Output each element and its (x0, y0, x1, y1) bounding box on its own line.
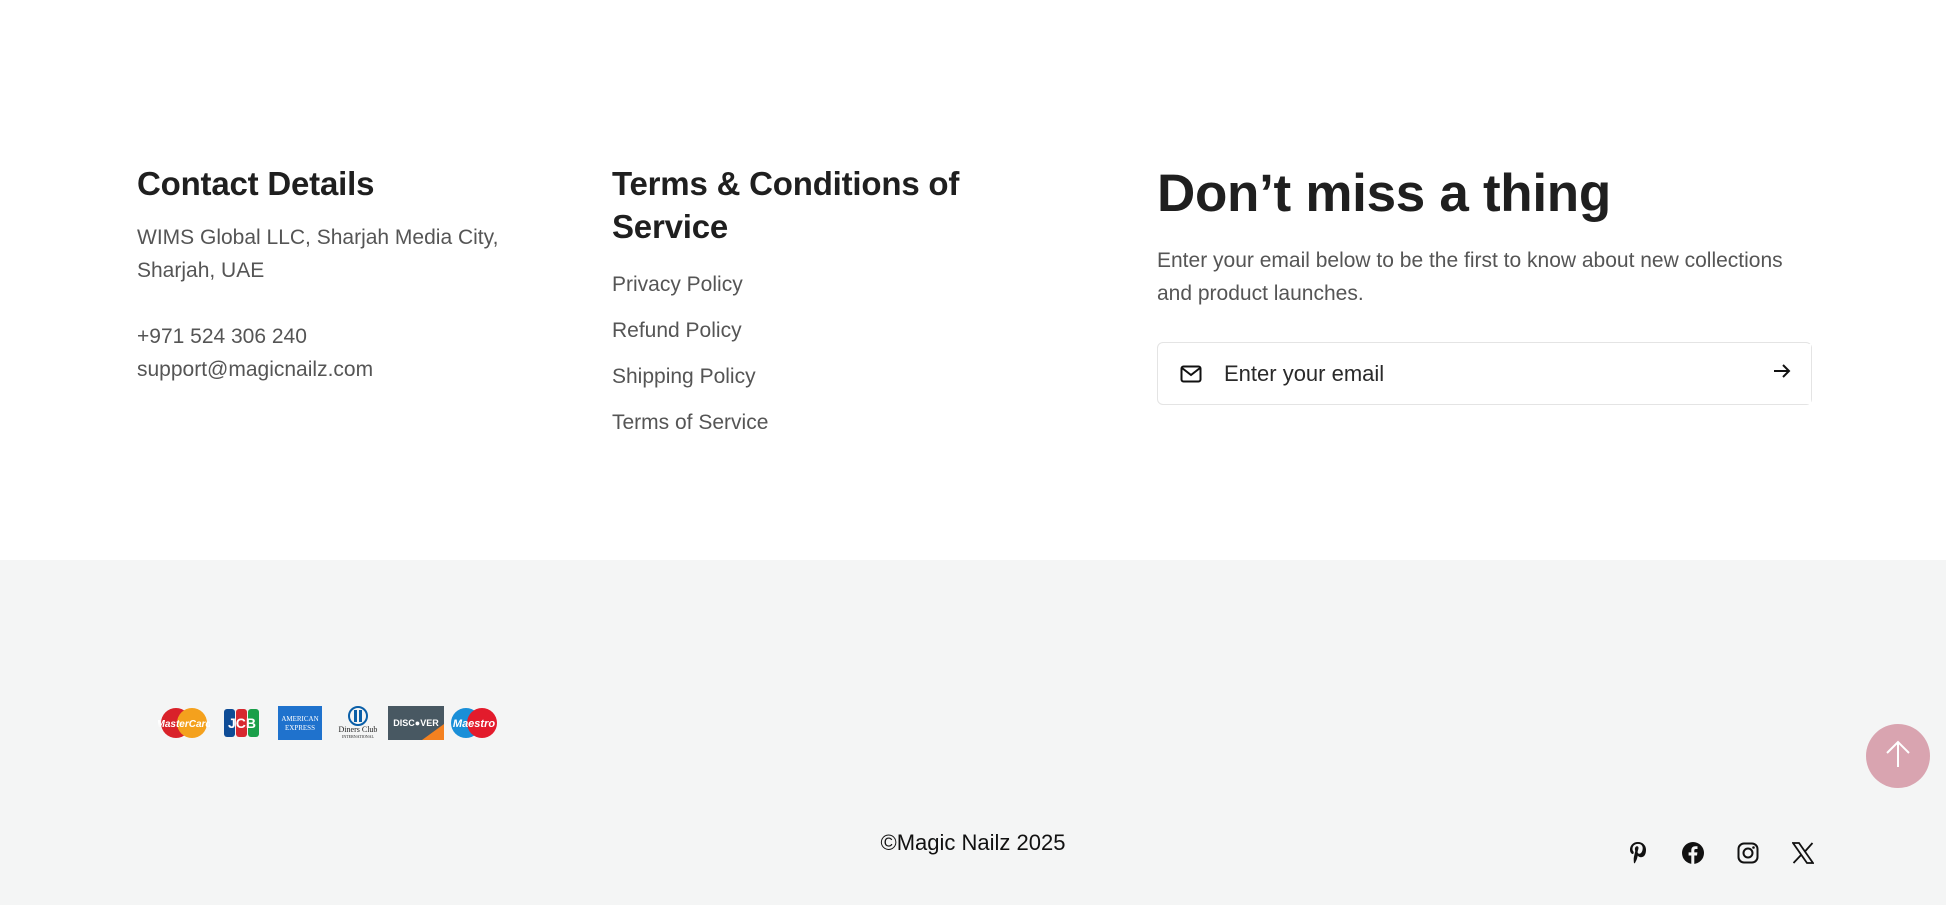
footer-top-section: Contact Details WIMS Global LLC, Sharjah… (0, 0, 1946, 560)
privacy-policy-link[interactable]: Privacy Policy (612, 272, 1012, 297)
arrow-up-icon (1884, 739, 1912, 774)
terms-of-service-link[interactable]: Terms of Service (612, 410, 1012, 435)
footer-bottom-section: MasterCard JCB AMERICAN EXPRESS Diners Cl… (0, 560, 1946, 905)
contact-email[interactable]: support@magicnailz.com (137, 353, 537, 386)
arrow-right-icon (1773, 363, 1791, 384)
facebook-icon[interactable] (1665, 837, 1720, 869)
svg-text:MasterCard: MasterCard (158, 719, 210, 730)
amex-icon: AMERICAN EXPRESS (271, 705, 329, 741)
terms-heading: Terms & Conditions of Service (612, 162, 1012, 248)
refund-policy-link[interactable]: Refund Policy (612, 318, 1012, 343)
svg-text:Diners Club: Diners Club (339, 725, 378, 734)
newsletter-form (1157, 342, 1812, 405)
pinterest-icon[interactable] (1610, 837, 1665, 869)
address-line-1: WIMS Global LLC, Sharjah Media City, (137, 226, 499, 249)
jcb-icon: JCB (213, 705, 271, 741)
newsletter-description-line-2: and product launches. (1157, 282, 1364, 305)
newsletter-title: Don’t miss a thing (1157, 164, 1611, 223)
payment-icons: MasterCard JCB AMERICAN EXPRESS Diners Cl… (155, 705, 503, 741)
svg-text:EXPRESS: EXPRESS (285, 724, 315, 732)
address-line-2: Sharjah, UAE (137, 259, 265, 282)
scroll-to-top-button[interactable] (1866, 724, 1930, 788)
mail-icon (1158, 342, 1224, 405)
social-links (1610, 837, 1830, 869)
svg-text:Maestro: Maestro (453, 718, 495, 730)
contact-address: WIMS Global LLC, Sharjah Media City, Sha… (137, 221, 537, 287)
maestro-icon: Maestro (445, 705, 503, 741)
email-input[interactable] (1224, 343, 1753, 404)
diners-club-icon: Diners Club INTERNATIONAL (329, 705, 387, 741)
svg-text:JCB: JCB (228, 715, 256, 731)
svg-text:AMERICAN: AMERICAN (281, 715, 318, 723)
svg-text:INTERNATIONAL: INTERNATIONAL (342, 734, 375, 739)
discover-icon: DISC●VER (387, 705, 445, 741)
instagram-icon[interactable] (1720, 837, 1775, 869)
newsletter-column: Don’t miss a thing Enter your email belo… (1157, 162, 1817, 405)
mastercard-icon: MasterCard (155, 705, 213, 741)
contact-phone[interactable]: +971 524 306 240 (137, 320, 537, 353)
shipping-policy-link[interactable]: Shipping Policy (612, 364, 1012, 389)
newsletter-description-line-1: Enter your email below to be the first t… (1157, 249, 1783, 272)
contact-details-column: Contact Details WIMS Global LLC, Sharjah… (137, 162, 537, 386)
x-twitter-icon[interactable] (1775, 837, 1830, 869)
terms-column: Terms & Conditions of Service Privacy Po… (612, 162, 1012, 456)
policy-links: Privacy Policy Refund Policy Shipping Po… (612, 272, 1012, 435)
terms-heading-line-2: Service (612, 208, 729, 245)
contact-heading: Contact Details (137, 165, 375, 202)
newsletter-submit-button[interactable] (1753, 343, 1811, 404)
terms-heading-line-1: Terms & Conditions of (612, 165, 960, 202)
newsletter-description: Enter your email below to be the first t… (1157, 244, 1817, 310)
svg-text:DISC●VER: DISC●VER (393, 718, 439, 728)
